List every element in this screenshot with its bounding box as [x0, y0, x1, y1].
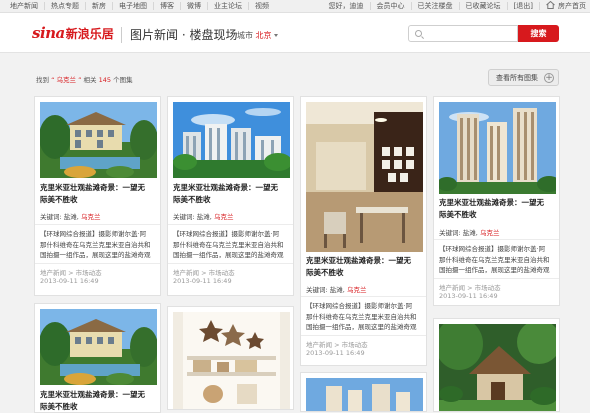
album-thumbnail[interactable] [40, 102, 157, 178]
search-icon [415, 30, 422, 37]
top-link-topics[interactable]: 热点专题 [45, 2, 86, 10]
album-card[interactable] [167, 306, 294, 410]
keyword-link[interactable]: 乌克兰 [480, 229, 500, 237]
house-icon [546, 0, 555, 11]
album-keywords: 关键词: 盐滩, 乌克兰 [439, 229, 500, 237]
city-label: 城市 [237, 31, 253, 40]
album-card[interactable] [300, 372, 427, 412]
keyword-link[interactable]: 乌克兰 [347, 286, 367, 294]
album-thumbnail[interactable] [306, 102, 423, 252]
album-thumbnail[interactable] [173, 312, 290, 409]
header-divider [121, 27, 122, 43]
result-keyword: “ 乌克兰 ” [51, 76, 82, 84]
view-all-label: 查看所有图集 [496, 73, 538, 82]
view-all-albums-button[interactable]: 查看所有图集 + [488, 69, 559, 86]
saved-forums-link[interactable]: 已收藏论坛 [460, 2, 508, 10]
logo-leju-text: 新浪乐居 [65, 26, 114, 41]
divider [35, 263, 160, 264]
top-link-map[interactable]: 电子地图 [113, 2, 154, 10]
album-source[interactable]: 地产新闻 > 市场动态 [306, 339, 368, 349]
album-date: 2013-09-11 16:49 [40, 277, 99, 285]
top-link-new-homes[interactable]: 新房 [86, 2, 113, 10]
album-thumbnail[interactable] [439, 102, 556, 194]
followed-properties-link[interactable]: 已关注楼盘 [412, 2, 460, 10]
album-description: 【环球网综合报道】摄影师谢尔盖·阿那什科维奇在乌克兰克里米亚自治共和国拍摄一组作… [439, 245, 550, 274]
top-link-news[interactable]: 地产新闻 [4, 2, 45, 10]
album-source[interactable]: 地产新闻 > 市场动态 [173, 267, 235, 277]
album-source[interactable]: 地产新闻 > 市场动态 [40, 267, 102, 277]
logout-link[interactable]: [退出] [508, 2, 540, 10]
divider [434, 278, 559, 279]
home-link[interactable]: 房产首页 [540, 0, 586, 11]
album-thumbnail[interactable] [40, 309, 157, 385]
top-link-video[interactable]: 视频 [249, 2, 275, 10]
album-title[interactable]: 克里米亚壮观盐滩奇景：一望无际美不胜收 [306, 255, 418, 279]
album-title[interactable]: 克里米亚壮观盐滩奇景：一望无际美不胜收 [439, 197, 551, 221]
result-prefix: 找到 [36, 76, 49, 84]
search-input[interactable] [408, 25, 518, 42]
top-link-blog[interactable]: 博客 [154, 2, 181, 10]
album-card[interactable]: 克里米亚壮观盐滩奇景：一望无际美不胜收 关键词: 盐滩, 乌克兰 【环球网综合报… [167, 96, 294, 296]
site-header: sina 新浪乐居 图片新闻 · 楼盘现场 城市 北京 搜索 [0, 13, 590, 53]
result-count: 145 [98, 76, 112, 84]
result-middle: 相关 [83, 76, 97, 84]
chevron-down-icon [273, 34, 278, 37]
keyword-link[interactable]: 乌克兰 [81, 213, 101, 221]
result-summary: 找到 “ 乌克兰 ” 相关 145 个图集 [36, 74, 133, 84]
top-link-forum[interactable]: 业主论坛 [208, 2, 249, 10]
album-keywords: 关键词: 盐滩, 乌克兰 [173, 213, 234, 221]
album-description: 【环球网综合报道】摄影师谢尔盖·阿那什科维奇在乌克兰克里米亚自治共和国拍摄一组作… [173, 230, 284, 259]
top-nav-right: 您好，迪迪 会员中心 已关注楼盘 已收藏论坛 [退出] 房产首页 [323, 0, 586, 11]
result-suffix: 个图集 [113, 76, 133, 84]
album-card[interactable]: 克里米亚壮观盐滩奇景：一望无际美不胜收 关键词: 盐滩, 乌克兰 【环球网综合报… [300, 96, 427, 366]
album-card[interactable]: 克里米亚壮观盐滩奇景：一望无际美不胜收 关键词: 盐滩, 乌克兰 【环球网综合报… [433, 96, 560, 306]
plus-icon: + [544, 73, 554, 83]
user-greeting[interactable]: 您好，迪迪 [323, 2, 371, 10]
album-thumbnail[interactable] [306, 378, 423, 411]
search-button[interactable]: 搜索 [518, 25, 559, 42]
divider [35, 224, 160, 225]
album-date: 2013-09-11 16:49 [439, 292, 498, 300]
album-keywords: 关键词: 盐滩, 乌克兰 [306, 286, 367, 294]
top-nav-left: 地产新闻 热点专题 新房 电子地图 博客 微博 业主论坛 视频 [4, 2, 275, 10]
album-source[interactable]: 地产新闻 > 市场动态 [439, 282, 501, 292]
album-title[interactable]: 克里米亚壮观盐滩奇景：一望无际美不胜收 [40, 182, 152, 206]
album-title[interactable]: 克里米亚壮观盐滩奇景：一望无际美不胜收 [40, 389, 152, 412]
top-link-weibo[interactable]: 微博 [181, 2, 208, 10]
album-date: 2013-09-11 16:49 [306, 349, 365, 357]
album-card[interactable] [433, 318, 560, 412]
sina-leju-logo[interactable]: sina 新浪乐居 [32, 24, 114, 42]
album-title[interactable]: 克里米亚壮观盐滩奇景：一望无际美不胜收 [173, 182, 285, 206]
divider [301, 335, 426, 336]
home-link-label: 房产首页 [558, 2, 586, 10]
album-date: 2013-09-11 16:49 [173, 277, 232, 285]
logo-sina-text: sina [32, 24, 65, 42]
city-value: 北京 [255, 31, 272, 40]
member-center-link[interactable]: 会员中心 [371, 2, 412, 10]
album-thumbnail[interactable] [439, 324, 556, 411]
divider [301, 296, 426, 297]
album-description: 【环球网综合报道】摄影师谢尔盖·阿那什科维奇在乌克兰克里米亚自治共和国拍摄一组作… [306, 302, 417, 331]
divider [434, 239, 559, 240]
album-card[interactable]: 克里米亚壮观盐滩奇景：一望无际美不胜收 关键词: 盐滩, 乌克兰 【环球网综合报… [34, 96, 161, 296]
city-selector[interactable]: 城市 北京 [237, 30, 278, 41]
album-description: 【环球网综合报道】摄影师谢尔盖·阿那什科维奇在乌克兰克里米亚自治共和国拍摄一组作… [40, 230, 151, 259]
album-thumbnail[interactable] [173, 102, 290, 178]
page-title: 图片新闻 · 楼盘现场 [130, 28, 238, 42]
divider [168, 263, 293, 264]
divider [168, 224, 293, 225]
album-keywords: 关键词: 盐滩, 乌克兰 [40, 213, 101, 221]
album-card[interactable]: 克里米亚壮观盐滩奇景：一望无际美不胜收 [34, 303, 161, 413]
top-nav-bar: 地产新闻 热点专题 新房 电子地图 博客 微博 业主论坛 视频 您好，迪迪 会员… [0, 0, 590, 13]
keyword-link[interactable]: 乌克兰 [214, 213, 234, 221]
